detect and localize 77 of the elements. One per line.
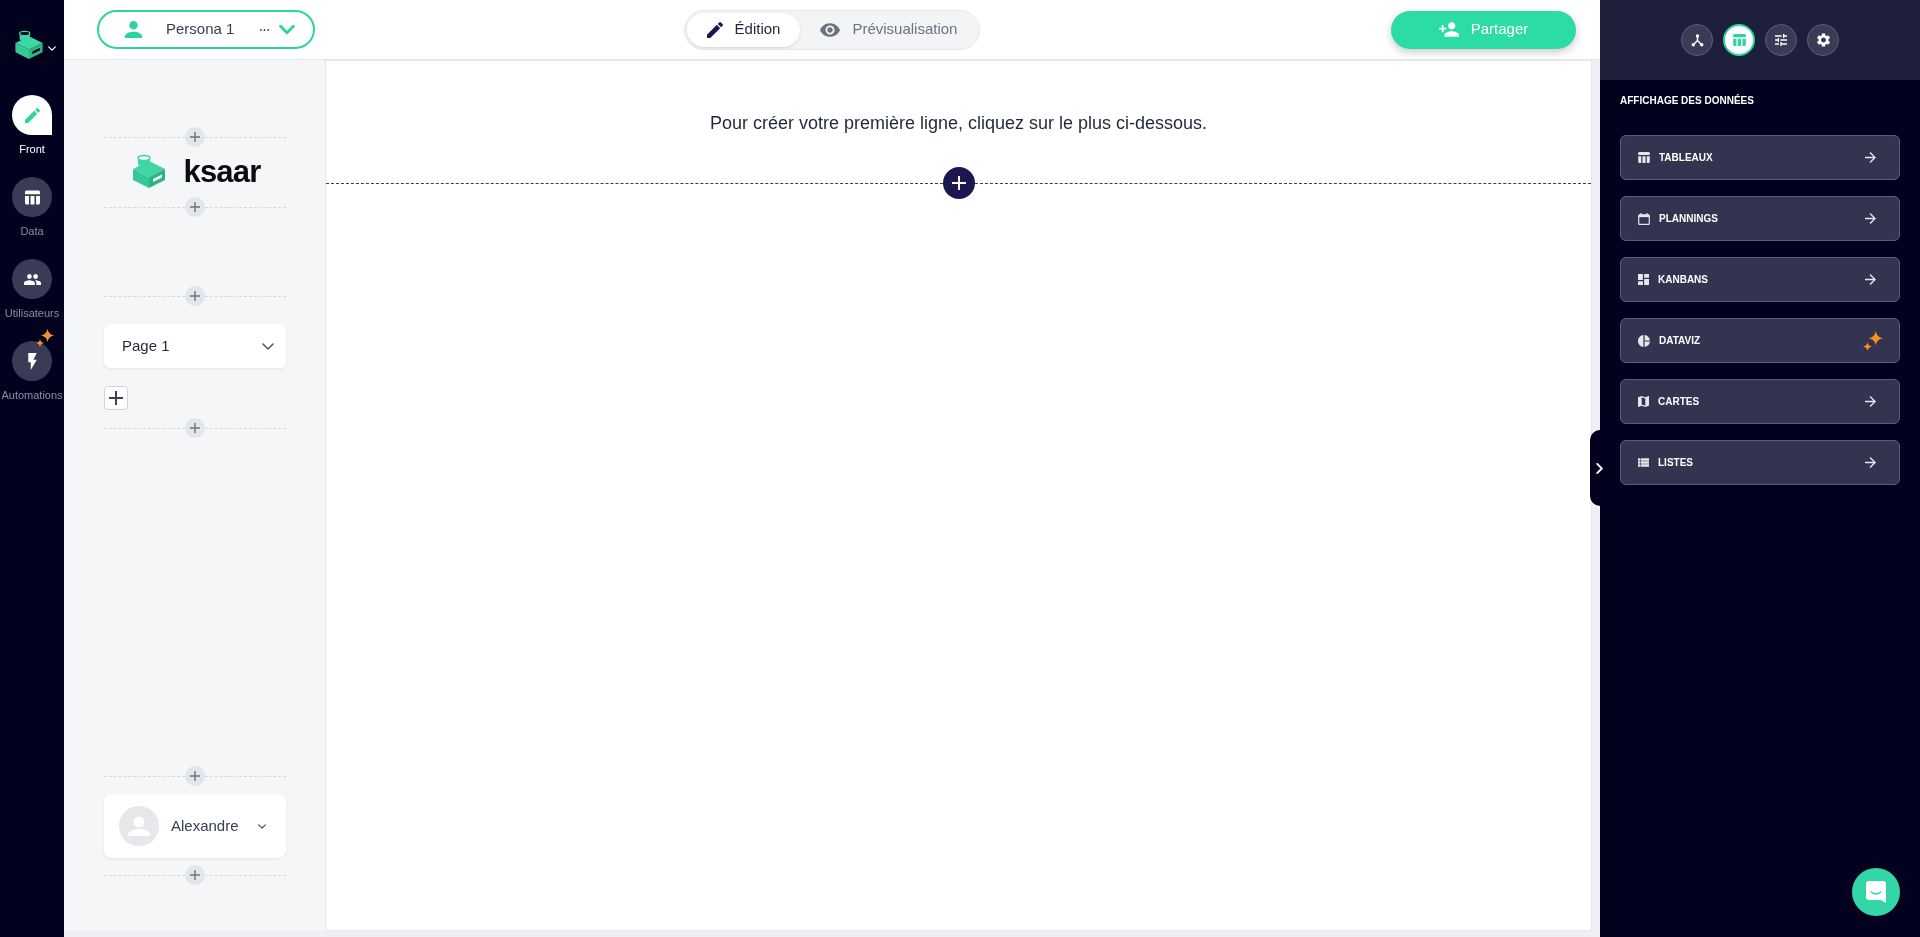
view-type-button[interactable]: DATAVIZ bbox=[1620, 318, 1900, 363]
panel-tab[interactable] bbox=[1807, 24, 1839, 56]
nav-button[interactable] bbox=[12, 341, 52, 381]
add-block-button[interactable] bbox=[185, 286, 205, 306]
nav-label: Automations bbox=[1, 389, 63, 402]
mode-tab[interactable]: Édition bbox=[686, 12, 801, 47]
more-icon bbox=[260, 28, 269, 31]
panel-tab[interactable] bbox=[1681, 24, 1713, 56]
workspace-menu-button[interactable] bbox=[12, 30, 56, 61]
add-block-button[interactable] bbox=[185, 127, 205, 147]
nav-button[interactable] bbox=[12, 177, 52, 217]
add-block-button[interactable] bbox=[185, 197, 205, 217]
nav-label: Data bbox=[20, 225, 44, 238]
view-type-button[interactable]: CARTES bbox=[1620, 379, 1900, 424]
cube-logo-icon bbox=[12, 30, 46, 61]
plus-icon bbox=[190, 771, 200, 781]
chevron-down-icon bbox=[48, 46, 56, 51]
lightning-icon bbox=[27, 352, 37, 370]
gear-icon bbox=[1816, 33, 1830, 47]
page-select[interactable]: Page 1 bbox=[104, 324, 286, 368]
hint-text: Pour créer votre première ligne, cliquez sur le plus ci-dessous. bbox=[709, 112, 1208, 135]
nav-label: Front bbox=[19, 143, 45, 156]
arrow-right-icon bbox=[1865, 213, 1876, 224]
collapse-panel-button[interactable] bbox=[1590, 430, 1604, 506]
chevron-down-icon bbox=[279, 25, 295, 34]
people-icon bbox=[23, 273, 41, 285]
map-icon bbox=[1638, 396, 1649, 407]
section-title: AFFICHAGE DES DONNÉES bbox=[1620, 95, 1755, 107]
plus-icon bbox=[190, 202, 200, 212]
logo-text: ksaar bbox=[183, 154, 261, 190]
view-type-button[interactable]: PLANNINGS bbox=[1620, 196, 1900, 241]
pencil-icon bbox=[24, 107, 40, 123]
calendar-icon bbox=[1638, 212, 1650, 225]
chevron-down-icon bbox=[262, 342, 274, 350]
avatar-icon bbox=[119, 806, 159, 846]
panel-tab[interactable] bbox=[1765, 24, 1797, 56]
view-type-button[interactable]: KANBANS bbox=[1620, 257, 1900, 302]
panel-tab[interactable] bbox=[1723, 24, 1755, 56]
chat-bubble-icon bbox=[1866, 881, 1886, 903]
plus-icon bbox=[190, 132, 200, 142]
view-type-button[interactable]: LISTES bbox=[1620, 440, 1900, 485]
eye-icon bbox=[820, 22, 841, 37]
mode-tab[interactable]: Prévisualisation bbox=[800, 12, 978, 47]
table-icon bbox=[24, 189, 40, 205]
nav-button[interactable] bbox=[12, 95, 52, 135]
arrow-right-icon bbox=[1865, 152, 1876, 163]
arrow-right-icon bbox=[1865, 274, 1876, 285]
chat-button[interactable] bbox=[1852, 868, 1900, 916]
add-row-button[interactable] bbox=[942, 167, 975, 199]
arrow-right-icon bbox=[1865, 396, 1876, 407]
view-type-button[interactable]: TABLEAUX bbox=[1620, 135, 1900, 180]
persona-select[interactable]: Persona 1 bbox=[97, 10, 315, 49]
add-block-button[interactable] bbox=[185, 865, 205, 885]
pencil-icon bbox=[706, 21, 723, 38]
sliders-icon bbox=[1775, 34, 1787, 46]
add-block-button[interactable] bbox=[185, 766, 205, 786]
plus-icon bbox=[109, 391, 123, 405]
plus-icon bbox=[190, 870, 200, 880]
nodes-icon bbox=[1690, 33, 1704, 47]
person-add-icon bbox=[1438, 22, 1459, 37]
add-page-button[interactable] bbox=[104, 386, 128, 410]
user-menu[interactable]: Alexandre bbox=[104, 794, 286, 858]
arrow-right-icon bbox=[1865, 457, 1876, 468]
chevron-down-icon bbox=[258, 823, 266, 829]
plus-icon bbox=[951, 176, 966, 190]
table-icon bbox=[1638, 152, 1650, 163]
pie-chart-icon bbox=[1638, 334, 1650, 347]
chevron-right-icon bbox=[1595, 462, 1603, 474]
table-icon bbox=[1732, 34, 1746, 46]
add-block-button[interactable] bbox=[185, 418, 205, 438]
list-icon bbox=[1638, 458, 1649, 467]
grid-icon bbox=[1638, 274, 1649, 285]
person-icon bbox=[125, 21, 142, 38]
nav-button[interactable] bbox=[12, 259, 52, 299]
plus-icon bbox=[190, 423, 200, 433]
plus-icon bbox=[190, 291, 200, 301]
nav-label: Utilisateurs bbox=[4, 307, 60, 320]
